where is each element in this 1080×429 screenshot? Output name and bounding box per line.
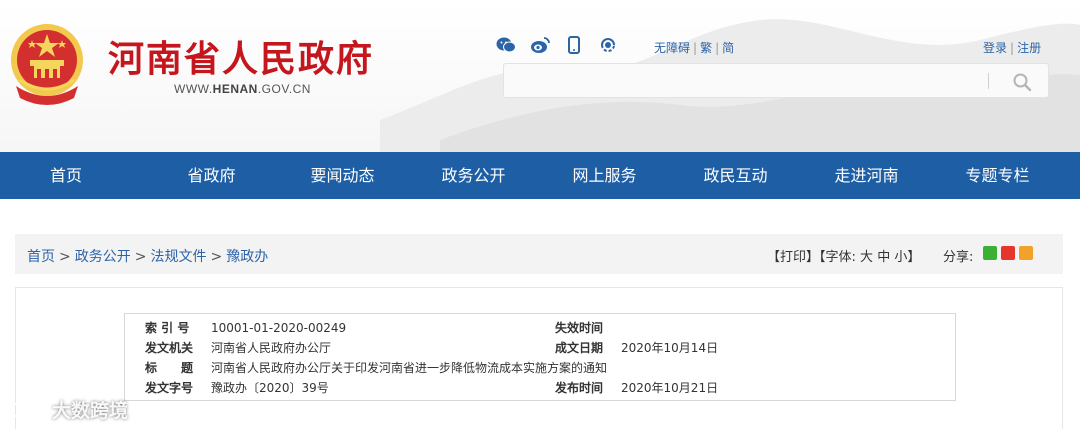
national-emblem-icon [11,24,83,105]
issuer-label: 发文机关 [145,341,194,355]
breadcrumb-regulations[interactable]: 法规文件 [150,249,206,265]
register-link[interactable]: 注册 [1017,41,1041,55]
nav-item-news[interactable]: 要闻动态 [277,152,408,199]
podcast-icon[interactable] [598,36,618,54]
qq-share-icon[interactable] [1019,246,1033,260]
social-links [496,36,618,54]
nav-item-home[interactable]: 首页 [0,152,146,199]
docno-label: 发文字号 [145,381,194,395]
breadcrumb-yuzhengban[interactable]: 豫政办 [226,249,268,265]
published-label: 发布时间 [555,381,604,395]
breadcrumb-government-affairs[interactable]: 政务公开 [75,249,131,265]
breadcrumb-separator: > [59,249,71,265]
site-title[interactable]: 河南省人民政府 [108,30,374,82]
breadcrumb-separator: > [210,249,223,265]
breadcrumb-bar: 首页 > 政务公开 > 法规文件 > 豫政办 【打印】【字体: 大 中 小】 分享: [15,234,1063,274]
meta-row-issuer: 发文机关 河南省人民政府办公厅 成文日期 2020年10月14日 [125,339,955,358]
accessibility-links: 无障碍 | 繁 | 简 [654,41,735,55]
document-meta-table: 索 引 号 10001-01-2020-00249 失效时间 发文机关 河南省人… [124,313,956,401]
main-nav: 首页 省政府 要闻动态 政务公开 网上服务 政民互动 走进河南 专题专栏 [0,152,1080,199]
title-value: 河南省人民政府办公厅关于印发河南省进一步降低物流成本实施方案的通知 [211,361,608,375]
font-medium-button[interactable]: 中 [877,250,890,265]
search-input[interactable] [514,70,974,92]
account-links: 登录 | 注册 [983,41,1042,55]
traditional-chinese-link[interactable]: 繁 [700,41,712,55]
search-icon[interactable] [1012,72,1032,92]
created-value: 2020年10月14日 [621,341,719,355]
login-link[interactable]: 登录 [983,41,1007,55]
title-label: 标 题 [145,361,194,375]
wechat-share-icon[interactable] [983,246,997,260]
issuer-value: 河南省人民政府办公厅 [211,341,332,355]
print-button[interactable]: 【打印】 [767,250,819,265]
wechat-icon[interactable] [496,36,516,54]
breadcrumb-separator: > [134,249,147,265]
font-large-button[interactable]: 大 [860,250,873,265]
index-value: 10001-01-2020-00249 [211,321,347,335]
created-label: 成文日期 [555,341,604,355]
nav-item-government-affairs[interactable]: 政务公开 [408,152,539,199]
font-size-close: 】 [907,250,921,265]
mobile-icon[interactable] [564,36,584,54]
breadcrumb-home[interactable]: 首页 [27,249,55,265]
nav-item-provincial-government[interactable]: 省政府 [146,152,277,199]
font-size-label: 【字体: [819,250,856,265]
index-label: 索 引 号 [145,321,190,335]
weibo-icon[interactable] [530,36,550,54]
site-header: 河南省人民政府 WWW.HENAN.GOV.CN 无障碍 | 繁 | 简 登录 | 注册 [0,0,1080,152]
site-url-suffix: .GOV.CN [257,82,311,96]
watermark: 大数跨境 [8,396,128,423]
nav-item-special-topics[interactable]: 专题专栏 [932,152,1063,199]
nav-item-about-henan[interactable]: 走进河南 [801,152,932,199]
nav-item-interaction[interactable]: 政民互动 [670,152,801,199]
share-label: 分享: [943,250,974,265]
share-icons [983,246,1033,260]
breadcrumb: 首页 > 政务公开 > 法规文件 > 豫政办 [27,246,268,266]
site-url-domain: HENAN [212,82,258,96]
docno-value: 豫政办〔2020〕39号 [211,381,329,395]
meta-row-docno: 发文字号 豫政办〔2020〕39号 发布时间 2020年10月21日 [125,379,955,398]
search-divider [988,73,989,89]
site-url-prefix: WWW. [174,82,213,96]
page-tools: 【打印】【字体: 大 中 小】 [767,246,920,265]
published-value: 2020年10月21日 [621,381,719,395]
watermark-logo-icon [9,401,45,419]
accessibility-link[interactable]: 无障碍 [654,41,690,55]
meta-row-title: 标 题 河南省人民政府办公厅关于印发河南省进一步降低物流成本实施方案的通知 [125,359,955,378]
site-url: WWW.HENAN.GOV.CN [174,82,311,96]
nav-item-online-services[interactable]: 网上服务 [539,152,670,199]
meta-row-index: 索 引 号 10001-01-2020-00249 失效时间 [125,319,955,338]
watermark-text: 大数跨境 [52,400,129,422]
font-small-button[interactable]: 小 [894,250,907,265]
weibo-share-icon[interactable] [1001,246,1015,260]
search-box [503,63,1049,98]
effective-label: 失效时间 [555,321,604,335]
simplified-chinese-link[interactable]: 简 [722,41,734,55]
